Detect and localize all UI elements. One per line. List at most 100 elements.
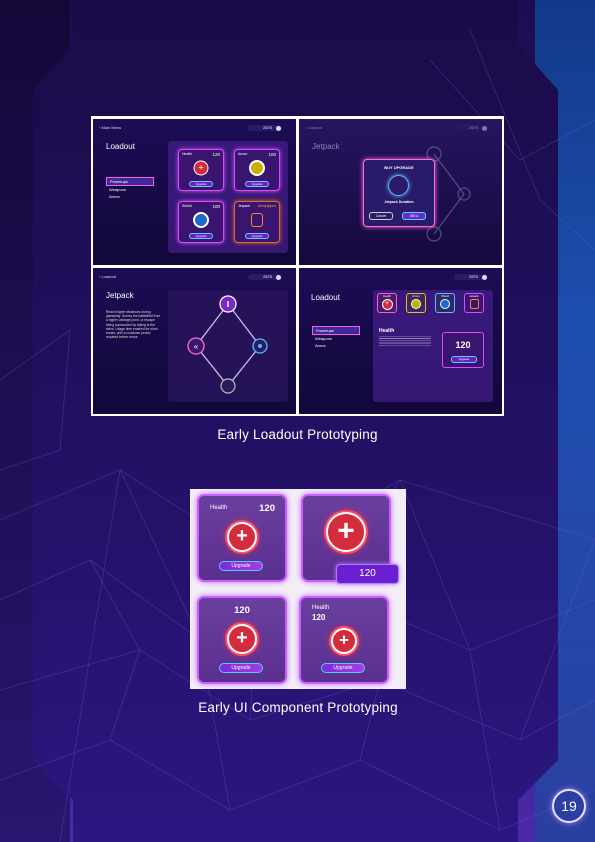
coin-icon: ● — [416, 214, 419, 218]
shield-icon — [193, 212, 209, 229]
card-value: 100 — [212, 204, 220, 209]
jetpack-description: Reach higher distances during gameplay. … — [106, 310, 161, 340]
health-plus-icon: + — [326, 512, 366, 552]
tab-label: Armor — [412, 294, 420, 298]
card-value: 100 — [268, 152, 276, 157]
screen-title: Loadout — [106, 142, 135, 151]
component-card-3[interactable]: 120 + Upgrade — [197, 596, 287, 684]
cancel-button[interactable]: Cancel — [369, 212, 393, 220]
coin-counter: 2570 — [248, 274, 282, 280]
skill-tree-panel: ‖ « — [168, 290, 288, 402]
coin-icon — [276, 274, 281, 280]
coin-counter: 2570 — [454, 125, 488, 131]
detail-title: Health — [379, 328, 395, 334]
category-menu: Powerups Weapons Armor — [312, 326, 360, 349]
menu-item-powerups[interactable]: Powerups — [312, 326, 360, 335]
svg-text:‖: ‖ — [226, 300, 229, 309]
coin-icon — [276, 125, 281, 131]
armor-icon — [411, 299, 421, 309]
loadout-screen-1: ‹ Main Menu 2570 Loadout Powerups Weapon… — [93, 119, 296, 265]
upgrade-button[interactable]: Upgrade — [219, 561, 263, 571]
card-label: Health — [210, 505, 228, 511]
back-link[interactable]: ‹ Main Menu — [99, 125, 121, 130]
card-value: 120 — [312, 613, 326, 622]
upgrade-button[interactable]: Upgrade — [189, 233, 213, 239]
card-armor[interactable]: Armor 100 Upgrade — [234, 149, 280, 191]
back-link[interactable]: ‹ Loadout — [99, 274, 116, 279]
jetpack-duration-icon — [388, 175, 409, 196]
coin-counter: 2570 — [454, 274, 488, 280]
upgrade-grid-panel: Health 120 + Upgrade Armor 100 Upgrade S… — [168, 141, 288, 253]
tab-label: Health — [382, 294, 392, 298]
health-plus-icon: + — [193, 160, 209, 176]
powerup-detail-panel: Health + Armor Shield Jetpack Health 120… — [373, 290, 493, 402]
screen-title: Jetpack — [106, 291, 134, 300]
card-label: Health — [312, 605, 330, 611]
card-label: Shield — [182, 204, 192, 208]
loadout-screen-2: ‹ Loadout 2570 Jetpack BUY UPGRADE Jetpa… — [299, 119, 502, 265]
card-label: Health — [182, 152, 193, 156]
upgrade-button[interactable]: Upgrade — [321, 663, 365, 673]
tab-health[interactable]: Health + — [377, 293, 397, 313]
menu-item-armor[interactable]: Armor — [106, 193, 154, 200]
tab-shield[interactable]: Shield — [435, 293, 455, 313]
card-jetpack[interactable]: Jetpack Unequipped Upgrade — [234, 201, 280, 243]
tab-label: Shield — [441, 294, 449, 298]
menu-item-weapons[interactable]: Weapons — [312, 335, 360, 342]
caption-loadout: Early Loadout Prototyping — [217, 427, 378, 442]
coin-counter: 2570 — [248, 125, 282, 131]
screen-title: Jetpack — [312, 142, 340, 151]
detail-value: 120 — [455, 340, 471, 350]
back-link[interactable]: ‹ Loadout — [305, 125, 322, 130]
jetpack-icon — [251, 213, 263, 228]
card-label: Jetpack — [238, 204, 251, 208]
tab-label: Jetpack — [469, 294, 479, 298]
buy-button[interactable]: 350 ● — [402, 212, 426, 220]
component-card-1[interactable]: Health 120 + Upgrade — [197, 494, 287, 582]
tab-jetpack[interactable]: Jetpack — [464, 293, 484, 313]
buy-upgrade-dialog: BUY UPGRADE Jetpack Duration Cancel 350 … — [363, 159, 435, 227]
screen-title: Loadout — [311, 293, 340, 302]
card-label: Armor — [238, 152, 248, 156]
menu-item-powerups[interactable]: Powerups — [106, 177, 154, 186]
upgrade-button[interactable]: Upgrade — [219, 663, 263, 673]
value-badge: 120 — [336, 564, 399, 584]
component-card-4[interactable]: Health 120 + Upgrade — [299, 596, 389, 684]
dialog-title: BUY UPGRADE — [384, 165, 414, 170]
menu-item-weapons[interactable]: Weapons — [106, 186, 154, 193]
tab-armor[interactable]: Armor — [406, 293, 426, 313]
health-plus-icon: + — [381, 299, 393, 310]
page-number: 19 — [552, 789, 586, 823]
card-value: 120 — [234, 605, 250, 616]
upgrade-button[interactable]: Upgrade — [189, 181, 213, 187]
skill-tree: ‖ « — [187, 295, 268, 394]
health-plus-icon: + — [227, 624, 257, 654]
coin-icon — [482, 125, 487, 131]
upgrade-button[interactable]: Upgrade — [451, 356, 477, 363]
jetpack-icon — [469, 299, 479, 309]
card-shield[interactable]: Shield 100 Upgrade — [178, 201, 224, 243]
card-health[interactable]: Health 120 + Upgrade — [178, 149, 224, 191]
health-plus-icon: + — [331, 628, 357, 654]
card-value: 120 — [212, 152, 220, 157]
detail-description-lines — [379, 336, 431, 346]
coin-icon — [482, 274, 487, 280]
detail-value-card: 120 Upgrade — [442, 332, 484, 368]
loadout-screen-3: ‹ Loadout 2570 Jetpack Reach higher dist… — [93, 268, 296, 414]
upgrade-button[interactable]: Upgrade — [245, 181, 269, 187]
loadout-screen-4: 2570 Loadout Powerups Weapons Armor Heal… — [299, 268, 502, 414]
loadout-screenshots-frame: ‹ Main Menu 2570 Loadout Powerups Weapon… — [91, 116, 504, 416]
card-value: 120 — [259, 503, 275, 514]
health-plus-icon: + — [227, 522, 257, 552]
menu-item-armor[interactable]: Armor — [312, 342, 360, 349]
shield-icon — [440, 299, 450, 309]
upgrade-button[interactable]: Upgrade — [245, 233, 269, 239]
cooldown-node-icon[interactable] — [220, 378, 236, 394]
svg-text:«: « — [194, 342, 199, 351]
components-frame: Health 120 + Upgrade + 120 120 + Upgrade… — [190, 489, 406, 689]
category-menu: Powerups Weapons Armor — [106, 177, 154, 200]
caption-component: Early UI Component Prototyping — [198, 700, 398, 715]
armor-icon — [249, 160, 265, 177]
card-value: Unequipped — [257, 204, 276, 208]
dialog-item: Jetpack Duration — [384, 200, 414, 204]
